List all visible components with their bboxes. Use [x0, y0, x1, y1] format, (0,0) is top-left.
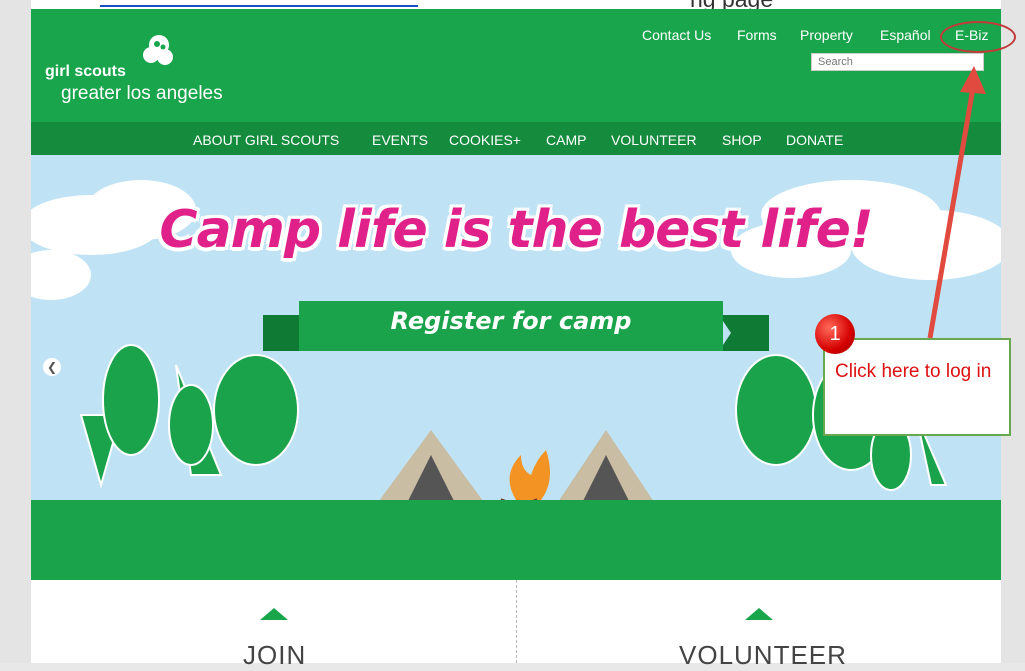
left-gutter: [0, 0, 31, 663]
join-card-title[interactable]: JOIN: [243, 640, 306, 671]
trefoil-logo-icon[interactable]: [139, 31, 179, 71]
nav-item-shop[interactable]: SHOP: [722, 132, 762, 148]
register-for-camp-button[interactable]: Register for camp: [301, 307, 721, 335]
ebiz-highlight-oval: [940, 21, 1016, 53]
logo-text-secondary[interactable]: greater los angeles: [61, 83, 223, 105]
caret-up-icon: [745, 608, 773, 620]
bottom-cards: JOIN VOLUNTEER: [31, 580, 1001, 670]
property-link[interactable]: Property: [800, 27, 853, 43]
contact-us-link[interactable]: Contact Us: [642, 27, 711, 43]
site-header: girl scouts greater los angeles Contact …: [31, 9, 1016, 122]
volunteer-card-title[interactable]: VOLUNTEER: [679, 640, 847, 671]
right-gutter: [1001, 0, 1025, 663]
annotation-step-badge: 1: [815, 314, 855, 354]
nav-item-events[interactable]: EVENTS: [372, 132, 428, 148]
screenshot-frame: ng page girl scouts greater los angeles …: [0, 0, 1025, 670]
hero-ground: [31, 500, 1001, 580]
main-nav: ABOUT GIRL SCOUTS EVENTS COOKIES+ CAMP V…: [31, 122, 1001, 155]
nav-item-camp[interactable]: CAMP: [546, 132, 586, 148]
nav-item-about[interactable]: ABOUT GIRL SCOUTS: [193, 132, 339, 148]
nav-item-volunteer[interactable]: VOLUNTEER: [611, 132, 697, 148]
espanol-link[interactable]: Español: [880, 27, 931, 43]
caret-up-icon: [260, 608, 288, 620]
annotation-text: Click here to log in: [835, 361, 992, 382]
card-divider: [516, 580, 517, 663]
nav-item-cookies[interactable]: COOKIES+: [449, 132, 521, 148]
search-input[interactable]: [811, 53, 984, 71]
hero-headline: Camp life is the best life!: [159, 200, 873, 260]
annotation-callout: Click here to log in: [823, 338, 1011, 436]
nav-item-donate[interactable]: DONATE: [786, 132, 843, 148]
forms-link[interactable]: Forms: [737, 27, 777, 43]
chevron-left-icon[interactable]: ❮: [43, 358, 61, 376]
top-link-underline[interactable]: [100, 0, 418, 7]
logo-text-primary[interactable]: girl scouts: [45, 63, 126, 81]
